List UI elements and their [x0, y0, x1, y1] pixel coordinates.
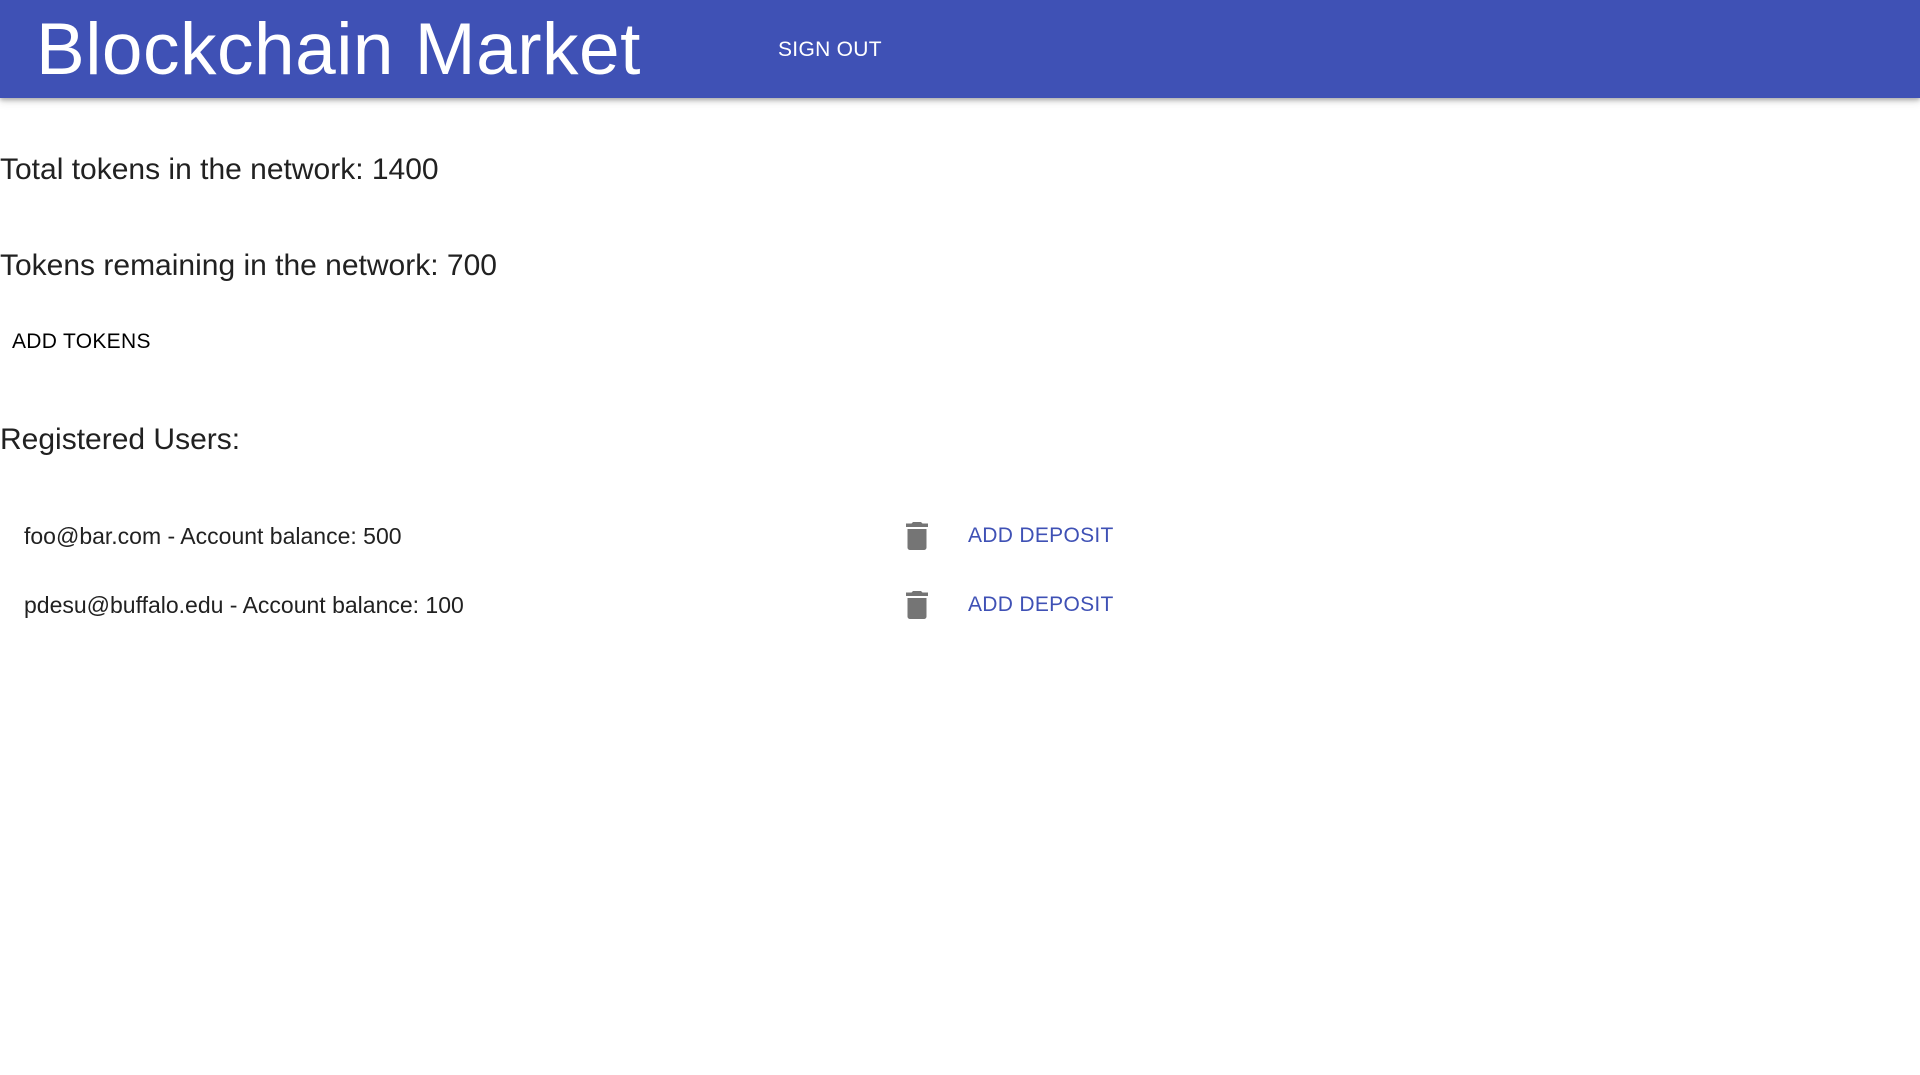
trash-icon	[906, 522, 928, 550]
add-deposit-button[interactable]: ADD DEPOSIT	[954, 585, 1128, 625]
user-list-item: foo@bar.com - Account balance: 500 ADD D…	[0, 506, 1200, 566]
delete-user-button[interactable]	[893, 512, 941, 560]
delete-user-button[interactable]	[893, 581, 941, 629]
user-account-text: foo@bar.com - Account balance: 500	[24, 523, 402, 549]
app-bar: Blockchain Market SIGN OUT	[0, 0, 1920, 98]
user-account-text: pdesu@buffalo.edu - Account balance: 100	[24, 592, 464, 618]
add-tokens-button[interactable]: ADD TOKENS	[0, 322, 163, 362]
sign-out-button[interactable]: SIGN OUT	[766, 30, 894, 70]
registered-users-heading: Registered Users:	[0, 423, 241, 456]
remaining-tokens-text: Tokens remaining in the network: 700	[0, 249, 497, 282]
trash-icon	[906, 591, 928, 619]
user-list-item: pdesu@buffalo.edu - Account balance: 100…	[0, 575, 1200, 635]
total-tokens-text: Total tokens in the network: 1400	[0, 153, 439, 186]
app-title: Blockchain Market	[36, 9, 641, 90]
add-deposit-button[interactable]: ADD DEPOSIT	[954, 516, 1128, 556]
